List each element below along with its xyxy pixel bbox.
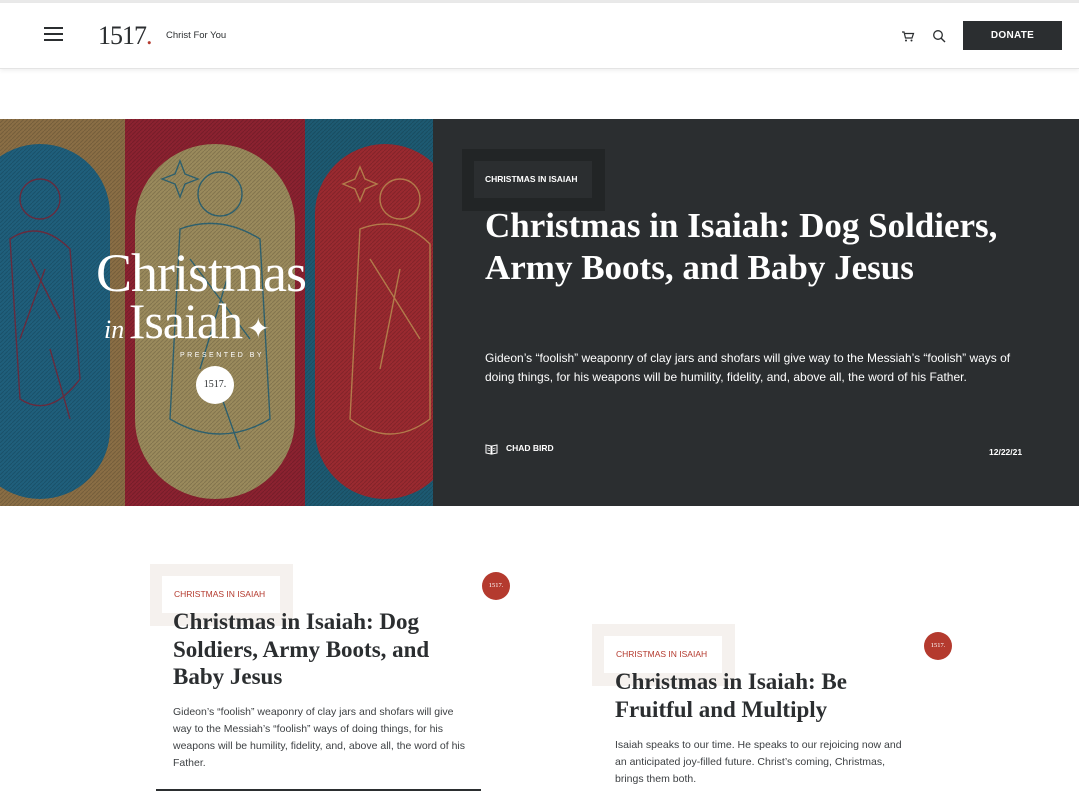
hero-category-tag[interactable]: CHRISTMAS IN ISAIAH: [474, 161, 592, 198]
artwork-title: Christmas in Isaiah ✦ PRESENTED BY 1517.: [96, 243, 356, 404]
featured-article: Christmas in Isaiah ✦ PRESENTED BY 1517.…: [0, 119, 1079, 506]
card-1517-badge: 1517.: [482, 572, 510, 600]
donate-button[interactable]: DONATE: [963, 21, 1062, 50]
logo-text: 1517: [98, 21, 147, 50]
artwork-word-in: in: [104, 315, 125, 344]
card-image-edge: [156, 789, 481, 791]
card-summary: Isaiah speaks to our time. He speaks to …: [615, 739, 902, 785]
hero-author[interactable]: CHAD BIRD: [506, 443, 554, 453]
artwork-presented-by: PRESENTED BY: [180, 352, 265, 359]
book-icon: [485, 444, 498, 455]
hero-summary: Gideon’s “foolish” weaponry of clay jars…: [485, 351, 1011, 384]
hero-date: 12/22/21: [989, 447, 1023, 457]
site-tagline[interactable]: Christ For You: [166, 30, 226, 41]
card-1517-badge: 1517.: [924, 632, 952, 660]
hero-artwork[interactable]: Christmas in Isaiah ✦ PRESENTED BY 1517.: [0, 119, 433, 506]
hero-title[interactable]: Christmas in Isaiah: Dog Soldiers, Army …: [485, 205, 1045, 289]
artwork-1517-badge: 1517.: [196, 366, 234, 404]
star-icon: ✦: [246, 313, 270, 344]
card-title[interactable]: Christmas in Isaiah: Be Fruitful and Mul…: [615, 668, 915, 723]
search-icon[interactable]: [932, 29, 946, 43]
logo-dot: .: [146, 21, 152, 50]
cart-icon[interactable]: [901, 29, 915, 43]
site-logo[interactable]: 1517.: [98, 21, 152, 51]
hamburger-menu-icon[interactable]: [44, 27, 63, 42]
card-title[interactable]: Christmas in Isaiah: Dog Soldiers, Army …: [173, 608, 473, 691]
card-summary: Gideon’s “foolish” weaponry of clay jars…: [173, 706, 466, 769]
artwork-word-christmas: Christmas: [96, 243, 307, 303]
artwork-word-isaiah: Isaiah: [128, 293, 243, 349]
site-header: 1517. Christ For You DONATE: [0, 3, 1079, 69]
